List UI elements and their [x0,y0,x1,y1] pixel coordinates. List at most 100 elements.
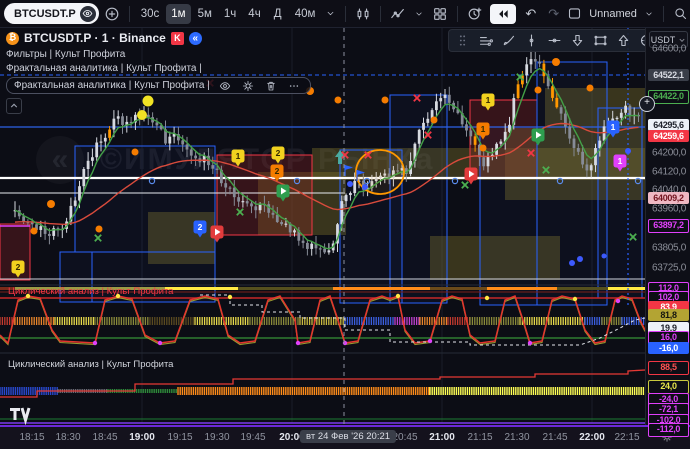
legend-collapse-button[interactable] [6,98,22,114]
timeframe-30с[interactable]: 30с [136,4,165,24]
chevron-down-icon[interactable] [641,9,657,19]
toolbar-separator [380,6,381,22]
cross-line-icon[interactable] [544,33,565,48]
add-alert-plus-icon[interactable]: + [639,96,655,112]
time-tick: 18:30 [55,432,80,443]
toolbar-right-group: Unnamed [564,6,690,22]
legend-indicator-fractal[interactable]: Фрактальная аналитика | Культ Профита | [6,62,311,75]
symbol-label: BTCUSDT.P [14,8,76,20]
price-label: 64522,1 [648,69,689,81]
time-tick: 18:15 [19,432,44,443]
time-tick: 21:00 [429,432,455,443]
arrow-down-shape-icon[interactable] [567,33,588,48]
legend-indicator-controls [216,80,303,92]
toolbar-separator [457,6,458,22]
kult-profita-badge-icon: K [171,32,184,45]
price-label: -112,0 [648,423,689,437]
chart-legend: ₿ BTCUSDT.P · 1 · Binance K « Фильтры | … [6,32,311,114]
toolbar-separator [129,6,130,22]
chevron-down-icon[interactable] [411,9,427,19]
top-toolbar: BTCUSDT.P 30с1м5м1ч4чД40м ↶↷ Unnamed [0,0,690,28]
svg-text:2: 2 [198,222,203,232]
legend-symbol-title: BTCUSDT.P · 1 · Binance [24,32,166,45]
crosshair-time-tooltip: вт 24 Фев '26 20:21 [300,430,396,443]
undo-button[interactable]: ↶ [520,6,541,22]
bar-replay-button[interactable] [490,4,516,24]
svg-text:2: 2 [275,166,280,176]
time-tick: 21:15 [467,432,492,443]
time-tick: 21:45 [542,432,567,443]
timeframe-Д[interactable]: Д [268,4,288,24]
toolbar-left-group: BTCUSDT.P 30с1м5м1ч4чД40м ↶↷ [4,3,564,24]
rectangle-shape-icon[interactable] [590,33,611,48]
price-tick: 63725,0 [652,263,686,274]
timeframe-4ч[interactable]: 4ч [243,4,265,24]
grid-layout-icon[interactable] [429,6,451,22]
time-tick: 19:00 [129,432,155,443]
time-axis[interactable]: вт 24 Фев '26 20:21 18:15 18:30 18:45 19:00… [0,425,690,449]
toolbar-separator [345,6,346,22]
time-tick: 21:30 [504,432,529,443]
price-label: 64259,6 [648,130,689,142]
legend-indicator-label: Фрактальная аналитика | Культ Профита | [14,79,210,92]
price-tick: 63960,0 [652,204,686,215]
favorite-drawings-toolbar[interactable] [448,29,661,52]
layout-name-label[interactable]: Unnamed [587,8,639,20]
vertical-line-icon[interactable] [521,33,542,48]
price-label: 63897,2 [648,219,689,233]
layout-icon[interactable] [564,6,585,21]
more-dots-icon[interactable] [285,80,303,92]
price-scale[interactable]: USDT + 64600,064200,064120,064040,063960… [645,28,690,425]
eye-icon[interactable] [216,80,234,92]
replay-badge-icon: « [189,32,202,45]
timeframe-1ч[interactable]: 1ч [219,4,241,24]
drag-handle-icon[interactable] [452,33,473,48]
price-label: 81,8 [648,309,689,321]
timeframe-5м[interactable]: 5м [193,4,217,24]
chart-region: « ©ИМУЛЯТОР РЫНКа 122111122 ₿ BTCUSDT.P … [0,28,645,425]
time-tick: 18:45 [92,432,117,443]
price-tick: 63805,0 [652,243,686,254]
time-tick: 19:15 [167,432,192,443]
settings-gear-icon[interactable] [239,80,257,92]
chevron-down-icon[interactable] [322,8,339,19]
price-label: 64009,2 [648,192,689,204]
trash-icon[interactable] [262,80,280,92]
svg-text:1: 1 [236,151,241,161]
arrow-up-shape-icon[interactable] [613,33,634,48]
price-tick: 64200,0 [652,148,686,159]
alert-clock-icon[interactable] [464,6,486,22]
price-tick: 64120,0 [652,167,686,178]
time-tick: 22:15 [614,432,639,443]
svg-text:1: 1 [611,122,616,132]
brush-icon[interactable] [498,33,519,48]
time-tick: 19:45 [240,432,265,443]
legend-indicator-fractal-selected[interactable]: Фрактальная аналитика | Культ Профита | [6,77,311,94]
bitcoin-coin-icon: ₿ [6,32,19,45]
panel1-title[interactable]: Циклический анализ | Культ Профита [8,286,173,297]
price-tick: 64600,0 [652,44,686,55]
time-tick: 19:30 [204,432,229,443]
timeframe-1м[interactable]: 1м [166,4,190,24]
panel2-title[interactable]: Циклический анализ | Культ Профита [8,359,173,370]
price-label: -16,0 [648,342,689,354]
indicators-icon[interactable] [387,6,409,22]
svg-text:1: 1 [486,95,491,105]
symbol-search-button[interactable]: BTCUSDT.P [4,3,99,24]
candle-style-icon[interactable] [352,6,374,22]
redo-button[interactable]: ↷ [543,6,564,22]
legend-indicator-filters[interactable]: Фильтры | Культ Профита [6,48,311,61]
svg-text:1: 1 [618,156,623,166]
quick-search-icon[interactable] [670,6,690,21]
svg-text:1: 1 [481,124,486,134]
time-tick: 22:00 [579,432,605,443]
legend-symbol-row[interactable]: ₿ BTCUSDT.P · 1 · Binance K « [6,32,311,45]
tradingview-app: BTCUSDT.P30с1м5м1ч4чД40м↶↷ Unnamed « ©ИМ… [0,0,690,449]
trendlines-icon[interactable] [475,33,496,48]
price-label: 24,0 [648,380,689,394]
chevron-down-icon [678,36,686,44]
add-circle-icon[interactable] [101,6,123,22]
timeframe-40м[interactable]: 40м [290,4,321,24]
toolbar-separator [663,6,664,22]
symbol-visibility-icon[interactable] [80,6,96,22]
